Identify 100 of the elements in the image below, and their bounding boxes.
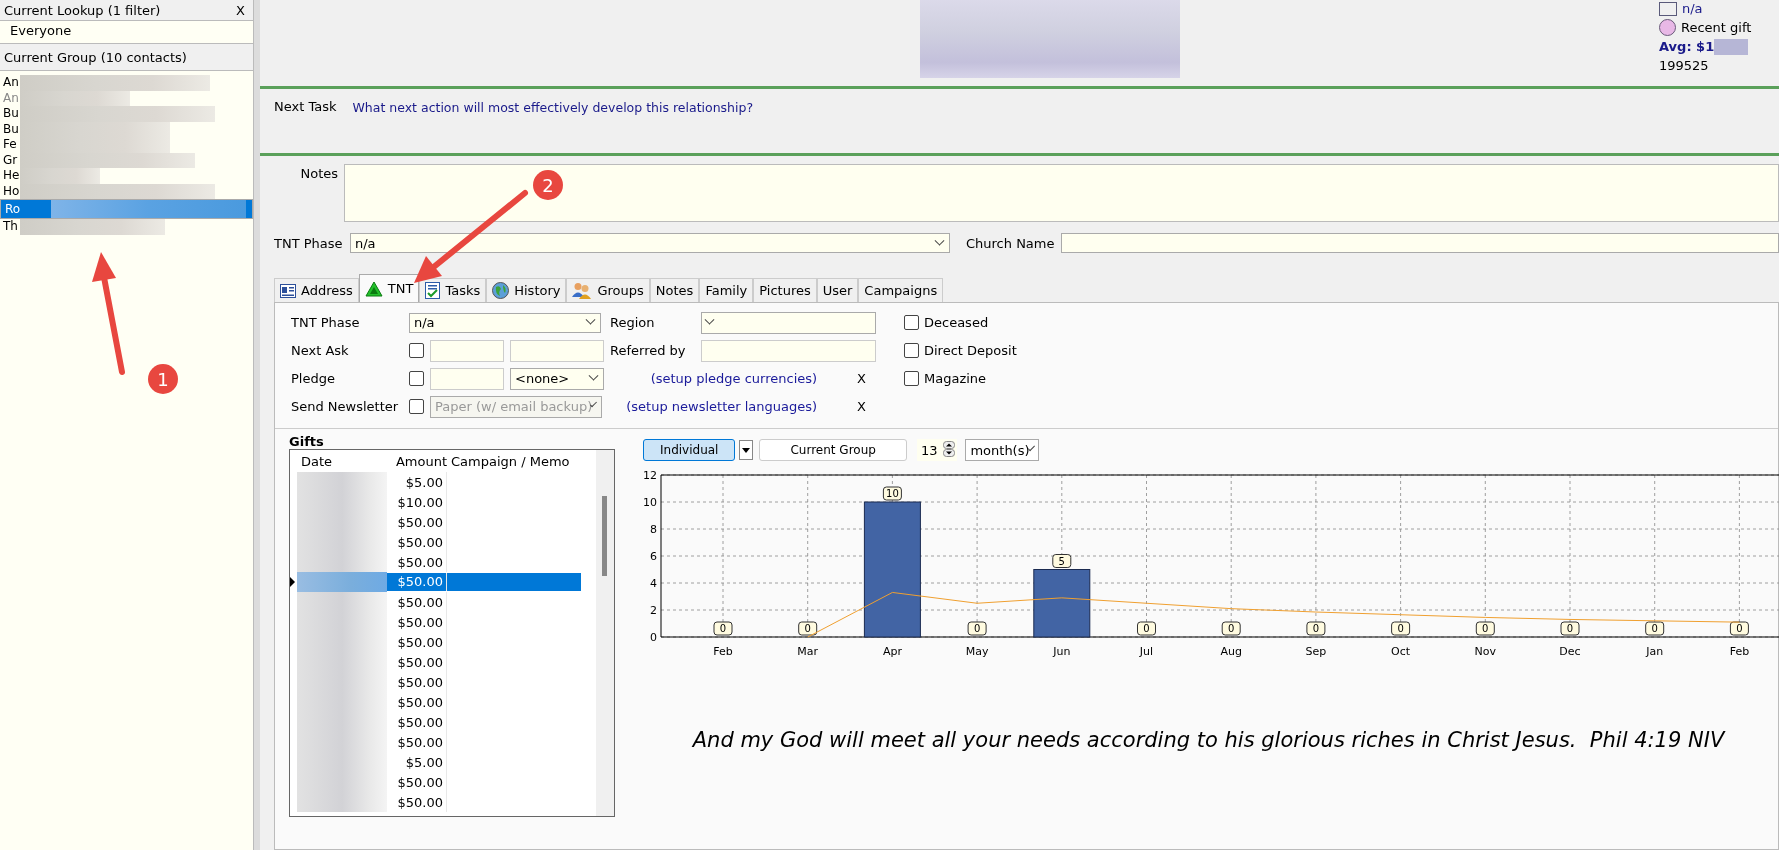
tnt-phase-select[interactable]: n/a [409, 312, 601, 333]
gift-row[interactable]: $50.00 [290, 612, 596, 632]
amount-cell-text: $50.00 [396, 714, 444, 730]
gift-row[interactable]: $50.00 [290, 792, 596, 812]
mode-button[interactable]: Individual [643, 439, 736, 461]
mode-button[interactable]: Current Group [759, 439, 907, 461]
amount-cell-text: $50.00 [396, 694, 444, 710]
gift-row[interactable]: $50.00 [290, 512, 596, 532]
contact-row[interactable]: Ro [0, 199, 253, 219]
count-spinner[interactable]: 13 [916, 439, 958, 461]
tab[interactable]: Notes [649, 278, 700, 302]
unit-select[interactable]: month(s) [965, 439, 1040, 461]
setup-link[interactable]: (setup pledge currencies) [650, 371, 818, 386]
checkbox-label: Direct Deposit [924, 343, 1017, 358]
x-tick-label: Jan [1646, 645, 1664, 658]
data-label: 0 [798, 621, 818, 636]
spinner-arrows-icon[interactable] [943, 440, 956, 457]
gift-row[interactable]: $50.00 [290, 692, 596, 712]
gift-row[interactable]: $5.00 [290, 472, 596, 492]
lookup-filter[interactable]: Everyone [0, 21, 253, 43]
data-label: 0 [1475, 621, 1495, 636]
x-tick-label: Jun [1053, 645, 1071, 658]
tab[interactable]: TNT [358, 274, 420, 302]
gift-row[interactable]: $50.00 [290, 592, 596, 612]
tab[interactable]: Pictures [753, 278, 817, 302]
remove-button[interactable]: X [857, 371, 866, 386]
caret-icon [742, 447, 751, 453]
contact-row[interactable]: He [0, 168, 253, 184]
pledge-label: Pledge [291, 371, 336, 386]
input-field[interactable] [430, 367, 504, 390]
referred-by-label: Referred by [610, 343, 687, 358]
region-select[interactable] [701, 311, 876, 334]
checkbox[interactable] [409, 343, 424, 358]
gift-row[interactable]: $50.00 [290, 552, 596, 572]
amount-cell-text: $10.00 [396, 494, 444, 510]
checkbox-label: Deceased [924, 315, 989, 330]
gift-row[interactable]: $50.00 [290, 532, 596, 552]
column-header[interactable]: Campaign / Memo [447, 453, 581, 469]
contact-row[interactable]: Bu [0, 106, 253, 122]
splitter-bar[interactable] [253, 0, 260, 850]
gifts-title: Gifts [289, 435, 325, 448]
next-task-text[interactable]: What next action will most effectively develop this relationship? [352, 99, 754, 115]
setup-link[interactable]: (setup newsletter languages) [626, 399, 818, 414]
amount-cell: $50.00 [387, 573, 446, 591]
checkbox[interactable] [904, 371, 919, 386]
contact-row[interactable]: Th [0, 219, 253, 235]
data-label: 0 [1566, 623, 1574, 634]
gift-row[interactable]: $50.00 [290, 772, 596, 792]
x-tick-label: May [965, 645, 989, 658]
x-tick-label: Oct [1391, 645, 1411, 658]
row-pointer-icon [290, 577, 295, 587]
data-label: 0 [967, 621, 987, 636]
tab[interactable]: User [816, 278, 859, 302]
y-tick-label: 6 [650, 550, 657, 563]
scrollbar-thumb[interactable] [602, 496, 607, 576]
tab[interactable]: Family [699, 278, 754, 302]
gift-row[interactable]: $10.00 [290, 492, 596, 512]
gift-row[interactable]: $50.00 [290, 572, 596, 592]
data-label: 0 [1482, 623, 1489, 634]
tab[interactable]: Address [274, 278, 359, 302]
tab[interactable]: History [486, 278, 567, 302]
tab[interactable]: Campaigns [858, 278, 944, 302]
notes-field[interactable] [344, 164, 1779, 222]
contact-name: Ho [3, 183, 20, 199]
x-tick-label: Aug [1220, 645, 1242, 658]
checkbox[interactable] [409, 371, 424, 386]
x-tick-label: Mar [797, 645, 819, 658]
average-amount: Avg: $1 [1659, 39, 1715, 54]
input-field[interactable] [430, 339, 504, 362]
contact-name: An [3, 75, 20, 91]
globe-icon [492, 282, 510, 299]
tnt-phase-select[interactable]: n/a [350, 233, 950, 253]
contact-row[interactable]: An [0, 75, 253, 91]
column-header[interactable]: Date [297, 453, 391, 469]
gift-row[interactable]: $50.00 [290, 652, 596, 672]
checkbox[interactable] [904, 343, 919, 358]
remove-button[interactable]: X [857, 399, 866, 414]
amount-cell-text: $50.00 [396, 554, 444, 570]
gift-row[interactable]: $50.00 [290, 712, 596, 732]
input-field[interactable] [510, 339, 604, 362]
gift-row[interactable]: $50.00 [290, 632, 596, 652]
tab[interactable]: Tasks [419, 278, 487, 302]
gift-row[interactable]: $5.00 [290, 752, 596, 772]
dropdown-button[interactable] [739, 440, 754, 460]
gift-row[interactable]: $50.00 [290, 672, 596, 692]
currency-select[interactable]: <none> [510, 367, 604, 390]
y-tick-label: 12 [643, 469, 657, 482]
triangle-icon [364, 280, 383, 297]
church-name-field[interactable] [1060, 233, 1779, 253]
referred-by-field[interactable] [701, 339, 876, 362]
column-header[interactable]: Amount [391, 453, 447, 469]
contact-name: He [3, 168, 20, 184]
tab[interactable]: Groups [566, 278, 650, 302]
contact-row[interactable]: Ho [0, 183, 253, 199]
checkbox[interactable] [904, 315, 919, 330]
close-button[interactable]: X [232, 2, 249, 18]
contact-row[interactable]: Fe [0, 137, 253, 153]
gift-row[interactable]: $50.00 [290, 732, 596, 752]
contact-name: Bu [3, 121, 20, 137]
y-tick-label: 8 [650, 523, 657, 536]
